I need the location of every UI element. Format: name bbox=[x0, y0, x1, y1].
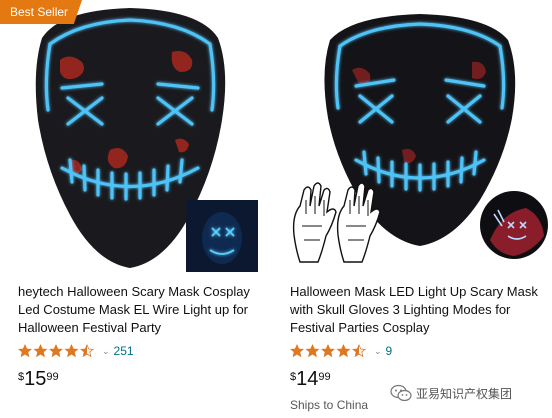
chevron-down-icon[interactable]: ⌄ bbox=[102, 346, 110, 357]
price-whole: 14 bbox=[296, 368, 319, 390]
product-card-2[interactable]: Halloween Mask LED Light Up Scary Mask w… bbox=[282, 0, 552, 418]
rating-row-1[interactable]: ⌄ 251 bbox=[18, 343, 134, 359]
stars-icon bbox=[290, 344, 367, 358]
product-title-1[interactable]: heytech Halloween Scary Mask Cosplay Led… bbox=[18, 283, 266, 337]
product-image-2[interactable] bbox=[282, 0, 552, 275]
price-1: $ 15 99 bbox=[18, 368, 59, 390]
rating-count[interactable]: 251 bbox=[114, 344, 134, 358]
star-rating[interactable] bbox=[18, 344, 96, 358]
best-seller-badge: Best Seller bbox=[0, 0, 83, 24]
product-card-1[interactable]: Best Seller heytech Halloween Scary Mask… bbox=[0, 0, 270, 418]
led-mask-with-gloves-image bbox=[292, 14, 548, 263]
product-title-2[interactable]: Halloween Mask LED Light Up Scary Mask w… bbox=[290, 283, 552, 337]
product-image-1[interactable] bbox=[0, 0, 270, 275]
watermark: 亚易知识产权集团 bbox=[390, 384, 512, 402]
price-fraction: 99 bbox=[46, 371, 59, 383]
led-mask-image bbox=[35, 8, 258, 272]
shipping-info: Ships to China bbox=[290, 398, 369, 412]
price-fraction: 99 bbox=[318, 371, 331, 383]
watermark-text: 亚易知识产权集团 bbox=[416, 386, 513, 401]
price-2: $ 14 99 bbox=[290, 368, 331, 390]
stars-icon bbox=[18, 344, 95, 358]
rating-count[interactable]: 9 bbox=[386, 344, 393, 358]
price-whole: 15 bbox=[24, 368, 47, 390]
star-rating[interactable] bbox=[290, 344, 368, 358]
rating-row-2[interactable]: ⌄ 9 bbox=[290, 343, 392, 359]
chevron-down-icon[interactable]: ⌄ bbox=[374, 346, 382, 357]
wechat-icon bbox=[390, 384, 412, 402]
